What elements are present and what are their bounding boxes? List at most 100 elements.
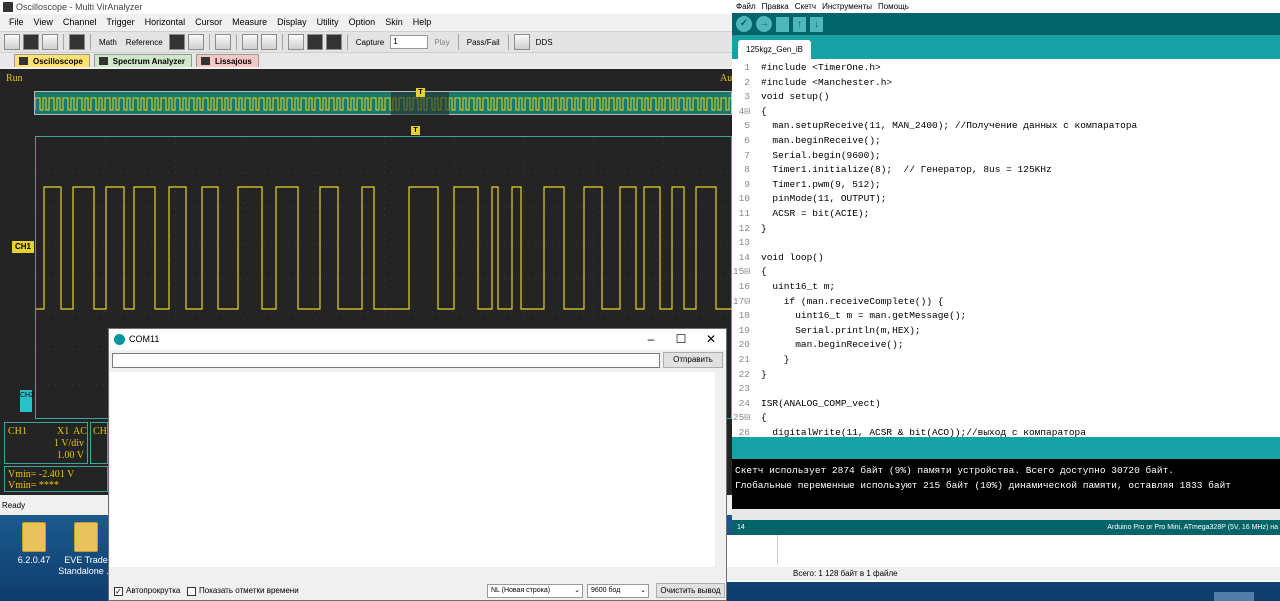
menu-skin[interactable]: Skin <box>380 14 408 31</box>
menu-help[interactable]: Помощь <box>878 0 909 13</box>
new-icon[interactable] <box>4 34 20 50</box>
timestamps-label: Показать отметки времени <box>199 586 299 595</box>
serial-input[interactable] <box>112 353 660 368</box>
tab-spectrum-analyzer[interactable]: Spectrum Analyzer <box>93 54 192 67</box>
taskbar-item[interactable] <box>1214 592 1254 601</box>
send-button[interactable]: Отправить <box>663 352 723 368</box>
line-number: 5 <box>744 120 750 132</box>
color-palette-icon[interactable] <box>325 34 342 50</box>
tab-oscilloscope[interactable]: Oscilloscope <box>14 54 90 67</box>
tab-sketch[interactable]: 125kgz_Gen_iB <box>738 40 811 59</box>
maximize-icon[interactable]: ☐ <box>666 329 696 350</box>
code-line: 17⊟ if (man.receiveComplete()) { <box>732 295 1280 310</box>
verify-icon[interactable]: ✓ <box>736 16 752 32</box>
menu-file[interactable]: File <box>4 14 29 31</box>
menu-utility[interactable]: Utility <box>312 14 344 31</box>
code-text: void loop() <box>761 251 824 263</box>
serial-output <box>110 372 715 578</box>
save-icon[interactable] <box>23 34 39 50</box>
line-tool-icon[interactable] <box>287 34 304 50</box>
pause-icon[interactable] <box>168 34 185 50</box>
new-sketch-icon[interactable] <box>776 16 789 32</box>
open-sketch-icon[interactable]: ↑ <box>793 16 806 32</box>
menu-view[interactable]: View <box>29 14 58 31</box>
code-text: if (man.receiveComplete()) { <box>761 295 944 307</box>
line-ending-select[interactable]: NL (Новая строка) ⌄ <box>487 584 583 598</box>
stop-icon[interactable] <box>187 34 204 50</box>
code-text: { <box>761 105 767 117</box>
zoom-icon[interactable] <box>241 34 258 50</box>
line-number: 10 <box>738 193 750 205</box>
vertical-scrollbar[interactable] <box>715 372 726 578</box>
code-text: Timer1.initialize(8); // Генератор, 8us … <box>761 164 1052 176</box>
code-line: 8 Timer1.initialize(8); // Генератор, 8u… <box>732 163 1280 178</box>
menu-help[interactable]: Help <box>408 14 437 31</box>
line-number: 8 <box>744 164 750 176</box>
tab-label: Spectrum Analyzer <box>112 57 185 66</box>
horizontal-scrollbar[interactable] <box>110 567 715 578</box>
baud-select[interactable]: 9600 бод ⌄ <box>587 584 649 598</box>
capture-select[interactable]: 1 <box>390 35 429 49</box>
fill-tool-icon[interactable] <box>306 34 323 50</box>
ch1-info-box[interactable]: CH1 X1 AC 1 V/div 1.00 V <box>4 422 88 464</box>
upload-icon[interactable]: → <box>756 16 772 32</box>
passfail-button[interactable]: Pass/Fail <box>464 38 503 47</box>
ch2-level-marker[interactable]: CH2 <box>20 390 34 412</box>
menu-trigger[interactable]: Trigger <box>101 14 139 31</box>
line-number: 9 <box>744 178 750 190</box>
menu-horizontal[interactable]: Horizontal <box>140 14 191 31</box>
code-line: 11 ACSR = bit(ACIE); <box>732 207 1280 222</box>
dds-icon[interactable] <box>513 34 530 50</box>
dds-button[interactable]: DDS <box>533 38 556 47</box>
ch1-level-marker[interactable]: CH1 <box>12 241 34 253</box>
save-sketch-icon[interactable]: ↓ <box>810 16 823 32</box>
line-number: 11 <box>738 208 750 219</box>
menu-edit[interactable]: Правка <box>762 0 789 13</box>
menu-measure[interactable]: Measure <box>227 14 272 31</box>
tab-lissajous[interactable]: Lissajous <box>195 54 259 67</box>
reference-button[interactable]: Reference <box>123 38 166 47</box>
code-text: } <box>761 368 767 380</box>
separator <box>457 34 459 50</box>
timestamps-checkbox[interactable] <box>187 587 196 596</box>
minimize-icon[interactable]: – <box>636 329 666 350</box>
menu-bar: Файл Правка Скетч Инструменты Помощь <box>732 0 1280 13</box>
window-title-bar[interactable]: COM11 – ☐ ✕ <box>109 329 726 350</box>
menu-option[interactable]: Option <box>344 14 381 31</box>
code-text: pinMode(11, OUTPUT); <box>761 193 887 205</box>
trigger-marker[interactable]: T <box>411 126 420 135</box>
move-icon[interactable] <box>214 34 231 50</box>
autoscroll-checkbox[interactable]: ✓ <box>114 587 123 596</box>
ch1-coupling: AC <box>73 426 87 437</box>
menu-display[interactable]: Display <box>272 14 312 31</box>
line-number: 26 <box>738 427 750 437</box>
code-line: 7 Serial.begin(9600); <box>732 149 1280 164</box>
window-title: COM11 <box>129 334 160 344</box>
print-icon[interactable] <box>42 34 58 50</box>
math-button[interactable]: Math <box>96 38 120 47</box>
code-line: 6 man.beginReceive(); <box>732 134 1280 149</box>
menu-cursor[interactable]: Cursor <box>190 14 227 31</box>
current-line: 14 <box>737 524 745 531</box>
close-icon[interactable]: ✕ <box>696 329 726 350</box>
clear-output-button[interactable]: Очистить вывод <box>656 583 725 598</box>
menu-channel[interactable]: Channel <box>58 14 102 31</box>
menu-sketch[interactable]: Скетч <box>795 0 816 13</box>
overview-trace <box>34 92 733 116</box>
code-text: #include <Manchester.h> <box>761 76 893 88</box>
window-title-bar[interactable]: Oscilloscope - Multi VirAnalyzer <box>0 0 732 14</box>
ch2-info-box[interactable]: CH <box>90 422 108 464</box>
desktop-icon-label: EVE Trade Standalone ... <box>58 555 114 576</box>
separator <box>90 34 91 50</box>
separator <box>281 34 283 50</box>
cursor-icon[interactable] <box>69 34 85 50</box>
console-scrollbar[interactable] <box>732 509 1280 520</box>
divider <box>777 535 778 565</box>
trigger-position-marker[interactable]: T <box>416 88 425 97</box>
play-button[interactable]: Play <box>431 38 453 47</box>
code-editor[interactable]: 1 #include <TimerOne.h> 2 #include <Manches… <box>732 59 1280 437</box>
menu-file[interactable]: Файл <box>736 0 756 13</box>
fit-icon[interactable] <box>260 34 277 50</box>
menu-tools[interactable]: Инструменты <box>822 0 872 13</box>
waveform-overview[interactable] <box>34 91 733 116</box>
